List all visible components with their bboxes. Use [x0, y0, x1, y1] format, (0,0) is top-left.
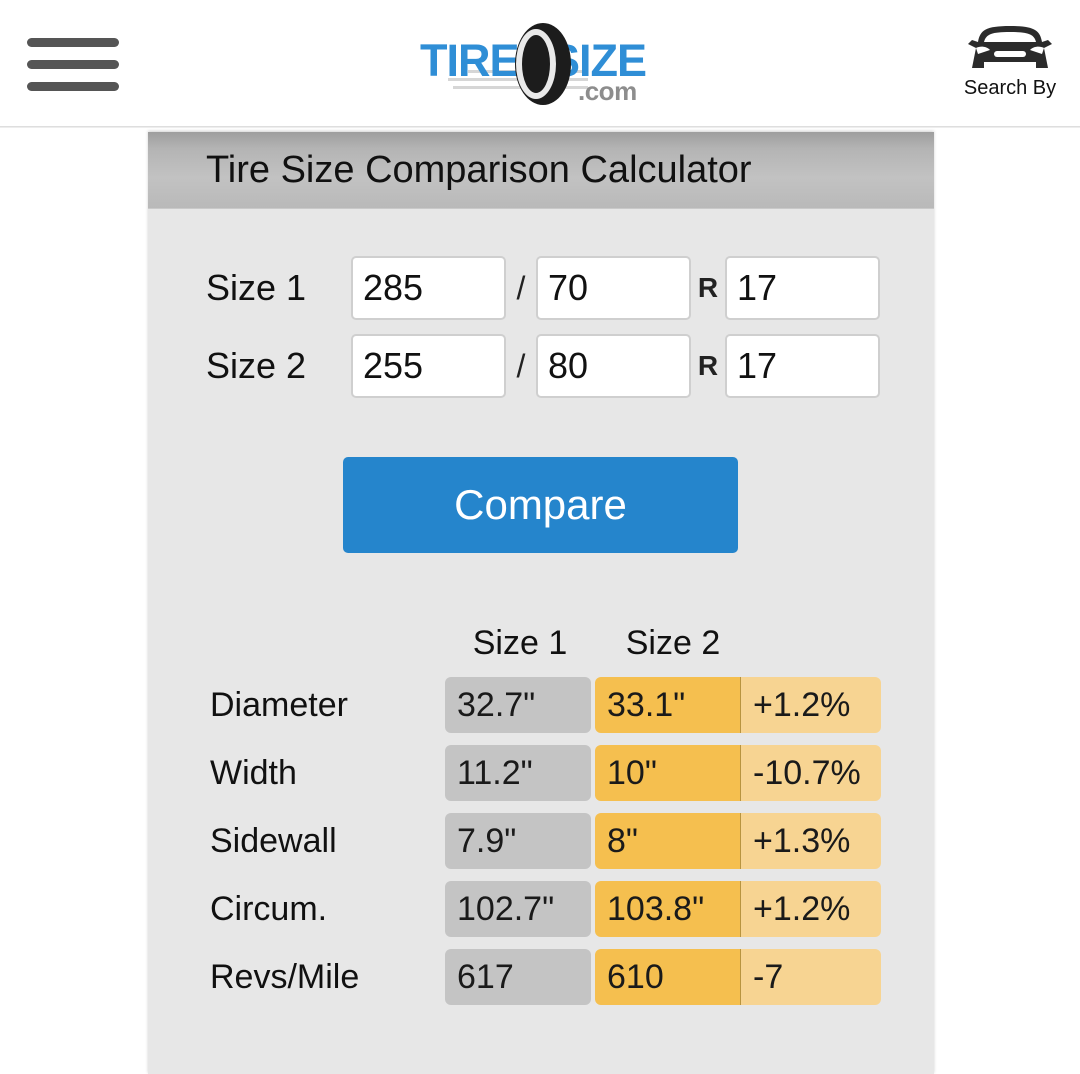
page-title: Tire Size Comparison Calculator — [148, 132, 934, 209]
size-2-width-input[interactable] — [351, 334, 506, 398]
sidewall-difference-value: +1.3% — [741, 813, 881, 869]
size-1-row: Size 1 / R — [148, 249, 934, 327]
table-row: Width 11.2" 10" -10.7% — [210, 739, 934, 807]
width-size-2-value: 10" — [595, 745, 741, 801]
hamburger-menu-icon[interactable] — [27, 38, 119, 92]
size-1-rim-input[interactable] — [725, 256, 880, 320]
scrolled-content-remnant — [148, 118, 934, 132]
search-by-label: Search By — [963, 77, 1057, 99]
size-2-radial-marker: R — [697, 350, 719, 381]
revs-per-mile-size-1-value: 617 — [445, 949, 591, 1005]
hamburger-bar — [27, 38, 119, 47]
row-label-revs-per-mile: Revs/Mile — [210, 957, 360, 996]
site-header: TIRE SIZE .com Search By — [0, 0, 1080, 128]
width-difference-value: -10.7% — [741, 745, 881, 801]
search-by-button[interactable]: Search By — [950, 22, 1070, 100]
tire-icon — [515, 23, 571, 105]
results-header-size-1: Size 1 — [472, 623, 568, 662]
size-1-radial-marker: R — [697, 272, 719, 303]
tire-size-comparison-card: Tire Size Comparison Calculator Size 1 /… — [148, 132, 934, 1074]
diameter-difference-value: +1.2% — [741, 677, 881, 733]
size-1-separator: / — [516, 269, 526, 306]
logo-dotcom: .com — [578, 76, 637, 106]
size-1-label: Size 1 — [206, 267, 307, 308]
logo-word-tire: TIRE — [420, 35, 520, 86]
size-2-label: Size 2 — [206, 345, 307, 386]
size-2-ratio-input[interactable] — [536, 334, 691, 398]
compare-button[interactable]: Compare — [343, 457, 738, 553]
compare-button-wrap: Compare — [148, 405, 934, 553]
size-2-separator: / — [516, 347, 526, 384]
size-1-ratio-input[interactable] — [536, 256, 691, 320]
row-label-diameter: Diameter — [210, 685, 348, 724]
circumference-difference-value: +1.2% — [741, 881, 881, 937]
site-logo[interactable]: TIRE SIZE .com — [420, 22, 682, 106]
results-table: Size 1 Size 2 Diameter 32.7" 33.1" +1.2%… — [148, 553, 934, 1011]
circumference-size-1-value: 102.7" — [445, 881, 591, 937]
diameter-size-1-value: 32.7" — [445, 677, 591, 733]
width-size-1-value: 11.2" — [445, 745, 591, 801]
car-front-icon — [968, 26, 1052, 68]
size-inputs-section: Size 1 / R Size 2 / R — [148, 209, 934, 405]
results-header-row: Size 1 Size 2 — [210, 615, 934, 671]
sidewall-size-1-value: 7.9" — [445, 813, 591, 869]
size-2-row: Size 2 / R — [148, 327, 934, 405]
diameter-size-2-value: 33.1" — [595, 677, 741, 733]
table-row: Revs/Mile 617 610 -7 — [210, 943, 934, 1011]
revs-per-mile-difference-value: -7 — [741, 949, 881, 1005]
table-row: Diameter 32.7" 33.1" +1.2% — [210, 671, 934, 739]
row-label-width: Width — [210, 753, 297, 792]
hamburger-bar — [27, 82, 119, 91]
row-label-circumference: Circum. — [210, 889, 328, 928]
results-header-size-2: Size 2 — [625, 623, 721, 662]
row-label-sidewall: Sidewall — [210, 821, 337, 860]
hamburger-bar — [27, 60, 119, 69]
table-row: Sidewall 7.9" 8" +1.3% — [210, 807, 934, 875]
size-2-rim-input[interactable] — [725, 334, 880, 398]
table-row: Circum. 102.7" 103.8" +1.2% — [210, 875, 934, 943]
circumference-size-2-value: 103.8" — [595, 881, 741, 937]
size-1-width-input[interactable] — [351, 256, 506, 320]
sidewall-size-2-value: 8" — [595, 813, 741, 869]
revs-per-mile-size-2-value: 610 — [595, 949, 741, 1005]
